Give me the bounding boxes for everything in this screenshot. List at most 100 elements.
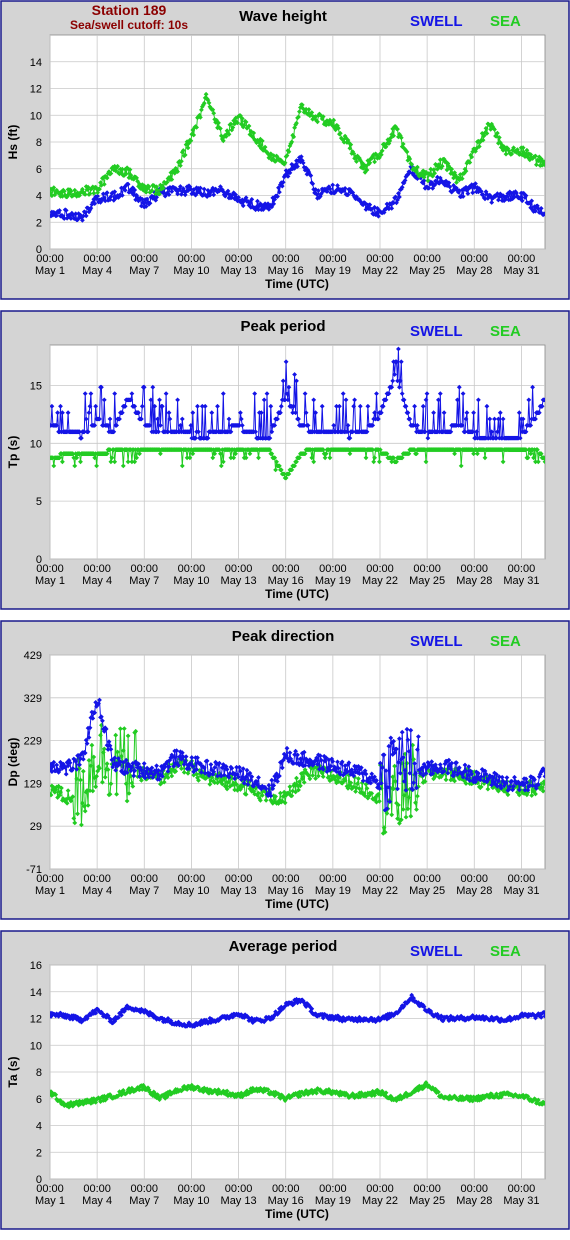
x-tick-time: 00:00 (131, 253, 159, 265)
y-tick-label: 15 (30, 380, 42, 392)
y-axis-label: Tp (s) (6, 436, 20, 469)
x-tick-date: May 10 (173, 1195, 209, 1207)
y-tick-label: 10 (30, 110, 42, 122)
x-tick-time: 00:00 (366, 563, 394, 575)
x-tick-time: 00:00 (461, 1183, 489, 1195)
legend-swell: SWELL (410, 633, 463, 650)
x-tick-time: 00:00 (36, 1183, 64, 1195)
x-tick-date: May 4 (82, 1195, 112, 1207)
x-tick-date: May 7 (129, 1195, 159, 1207)
chart-panel-3: -712912922932942900:00May 100:00May 400:… (0, 620, 570, 920)
x-tick-date: May 13 (221, 885, 257, 897)
x-tick-date: May 19 (315, 575, 351, 587)
x-tick-date: May 31 (503, 885, 539, 897)
x-tick-date: May 31 (503, 1195, 539, 1207)
x-tick-date: May 13 (221, 1195, 257, 1207)
station-subtitle: Sea/swell cutoff: 10s (70, 18, 188, 32)
x-tick-date: May 13 (221, 575, 257, 587)
x-tick-date: May 10 (173, 885, 209, 897)
y-tick-label: 14 (30, 57, 42, 69)
y-tick-label: 329 (24, 693, 42, 705)
y-tick-label: 6 (36, 164, 42, 176)
legend-sea: SEA (490, 943, 521, 960)
chart-panel-4: 024681012141600:00May 100:00May 400:00Ma… (0, 930, 570, 1230)
x-tick-time: 00:00 (225, 873, 253, 885)
x-tick-time: 00:00 (178, 873, 206, 885)
x-tick-time: 00:00 (366, 253, 394, 265)
y-tick-label: 229 (24, 736, 42, 748)
x-tick-date: May 7 (129, 885, 159, 897)
x-tick-date: May 31 (503, 265, 539, 277)
x-tick-date: May 1 (35, 575, 65, 587)
x-tick-time: 00:00 (508, 1183, 536, 1195)
chart-panel-1: 0246810121400:00May 100:00May 400:00May … (0, 0, 570, 300)
x-tick-date: May 22 (362, 265, 398, 277)
x-tick-time: 00:00 (83, 873, 111, 885)
chart-title: Peak direction (232, 628, 335, 645)
x-tick-time: 00:00 (366, 873, 394, 885)
x-tick-time: 00:00 (83, 253, 111, 265)
x-tick-date: May 25 (409, 885, 445, 897)
x-tick-date: May 7 (129, 575, 159, 587)
y-axis-label: Hs (ft) (6, 125, 20, 160)
x-tick-time: 00:00 (83, 563, 111, 575)
x-tick-date: May 19 (315, 1195, 351, 1207)
chart-title: Wave height (239, 8, 327, 25)
y-tick-label: 429 (24, 650, 42, 662)
x-tick-time: 00:00 (319, 253, 347, 265)
y-tick-label: 8 (36, 1067, 42, 1079)
x-tick-time: 00:00 (319, 873, 347, 885)
x-tick-time: 00:00 (131, 873, 159, 885)
x-tick-date: May 22 (362, 885, 398, 897)
y-tick-label: 12 (30, 1014, 42, 1026)
legend-sea: SEA (490, 633, 521, 650)
x-tick-date: May 10 (173, 575, 209, 587)
y-axis-label: Dp (deg) (6, 738, 20, 787)
x-tick-time: 00:00 (413, 1183, 441, 1195)
x-tick-date: May 28 (456, 265, 492, 277)
x-tick-time: 00:00 (225, 253, 253, 265)
x-tick-date: May 4 (82, 575, 112, 587)
y-tick-label: 2 (36, 1147, 42, 1159)
x-tick-date: May 28 (456, 575, 492, 587)
y-tick-label: 10 (30, 438, 42, 450)
x-tick-date: May 22 (362, 575, 398, 587)
x-tick-time: 00:00 (272, 873, 300, 885)
x-tick-time: 00:00 (508, 563, 536, 575)
station-title: Station 189 (92, 2, 167, 18)
x-axis-label: Time (UTC) (265, 897, 329, 911)
x-tick-date: May 13 (221, 265, 257, 277)
y-tick-label: 6 (36, 1094, 42, 1106)
x-tick-time: 00:00 (178, 253, 206, 265)
chart-panel-2: 05101500:00May 100:00May 400:00May 700:0… (0, 310, 570, 610)
x-tick-date: May 25 (409, 575, 445, 587)
legend-swell: SWELL (410, 943, 463, 960)
y-axis-label: Ta (s) (6, 1056, 20, 1087)
x-tick-date: May 22 (362, 1195, 398, 1207)
x-tick-date: May 1 (35, 1195, 65, 1207)
x-tick-date: May 28 (456, 885, 492, 897)
chart-title: Average period (229, 938, 338, 955)
x-tick-time: 00:00 (272, 1183, 300, 1195)
x-tick-time: 00:00 (178, 1183, 206, 1195)
x-tick-time: 00:00 (272, 253, 300, 265)
x-axis-label: Time (UTC) (265, 277, 329, 291)
x-tick-date: May 16 (268, 265, 304, 277)
chart-title: Peak period (240, 318, 325, 335)
y-tick-label: 12 (30, 84, 42, 96)
x-tick-time: 00:00 (413, 563, 441, 575)
x-tick-date: May 16 (268, 575, 304, 587)
x-tick-date: May 25 (409, 265, 445, 277)
x-tick-date: May 19 (315, 265, 351, 277)
x-tick-time: 00:00 (461, 253, 489, 265)
x-tick-date: May 4 (82, 885, 112, 897)
x-tick-time: 00:00 (508, 873, 536, 885)
legend-swell: SWELL (410, 323, 463, 340)
x-tick-time: 00:00 (225, 563, 253, 575)
x-tick-date: May 16 (268, 1195, 304, 1207)
x-tick-date: May 10 (173, 265, 209, 277)
legend-sea: SEA (490, 323, 521, 340)
x-tick-date: May 25 (409, 1195, 445, 1207)
y-tick-label: 5 (36, 496, 42, 508)
x-tick-date: May 1 (35, 885, 65, 897)
